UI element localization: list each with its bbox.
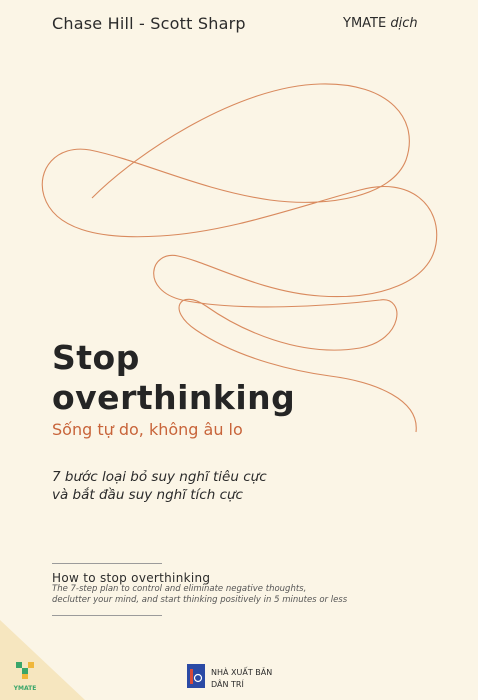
publisher-name: NHÀ XUẤT BẢN DÂN TRÍ <box>211 667 272 691</box>
english-description-line-2: declutter your mind, and start thinking … <box>52 595 348 605</box>
tagline-line-2: và bắt đầu suy nghĩ tích cực <box>52 487 243 503</box>
ymate-logo: YMATE <box>8 660 42 692</box>
title-line-1: Stop <box>52 338 140 377</box>
divider-top <box>52 563 162 564</box>
tagline-line-1: 7 bước loại bỏ suy nghĩ tiêu cực <box>52 469 267 485</box>
english-description-line-1: The 7-step plan to control and eliminate… <box>52 584 307 594</box>
publisher-line-2: DÂN TRÍ <box>211 680 244 689</box>
title-line-2: overthinking <box>52 378 296 417</box>
tagline: 7 bước loại bỏ suy nghĩ tiêu cực và bắt … <box>52 468 267 504</box>
english-description: The 7-step plan to control and eliminate… <box>52 584 382 606</box>
ymate-logo-label: YMATE <box>13 685 37 692</box>
publisher-emblem-icon <box>187 664 205 688</box>
divider-bottom <box>52 615 162 616</box>
ymate-logo-icon <box>16 662 34 679</box>
publisher-line-1: NHÀ XUẤT BẢN <box>211 668 273 677</box>
book-subtitle: Sống tự do, không âu lo <box>52 420 243 439</box>
book-cover: Chase Hill - Scott Sharp YMATE dịch Stop… <box>0 0 478 700</box>
english-title: How to stop overthinking <box>52 571 211 585</box>
book-title: Stop overthinking <box>52 338 295 418</box>
